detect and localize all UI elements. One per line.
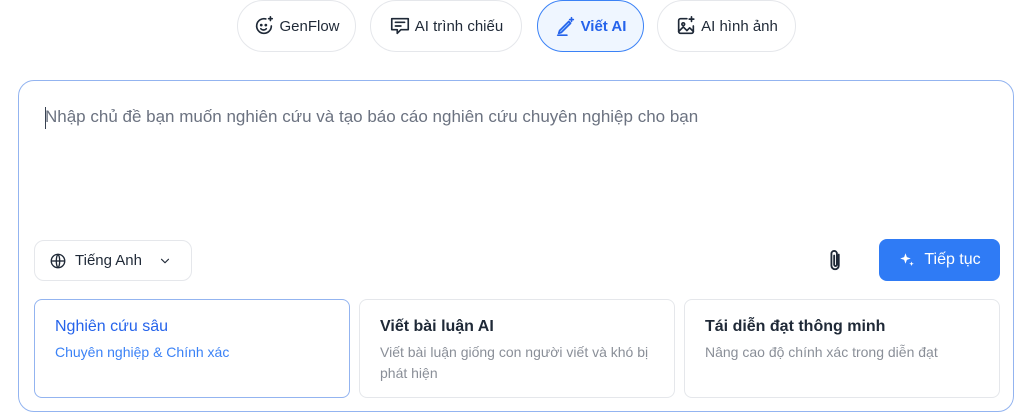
option-deep-research[interactable]: Nghiên cứu sâu Chuyên nghiệp & Chính xác <box>34 299 350 398</box>
continue-label: Tiếp tục <box>924 251 981 268</box>
option-title: Tái diễn đạt thông minh <box>705 318 886 335</box>
tab-ai-presentation[interactable]: AI trình chiếu <box>370 0 522 52</box>
option-title: Viết bài luận AI <box>380 318 494 335</box>
tab-label: AI hình ảnh <box>701 17 778 35</box>
option-smart-rephrase[interactable]: Tái diễn đạt thông minh Nâng cao độ chín… <box>684 299 1000 398</box>
option-title: Nghiên cứu sâu <box>55 318 168 335</box>
option-description: Chuyên nghiệp & Chính xác <box>55 344 230 360</box>
option-description: Viết bài luận giống con người viết và kh… <box>380 344 649 381</box>
option-description: Nâng cao độ chính xác trong diễn đạt <box>705 344 938 360</box>
tab-ai-image[interactable]: AI hình ảnh <box>657 0 796 52</box>
text-caret <box>45 107 46 129</box>
presentation-chat-icon <box>390 17 409 35</box>
sparkle-icon <box>900 253 915 266</box>
prompt-card: Tiếng Anh Tiếp tục Nghiên cứu sâu Chuyên… <box>18 80 1014 412</box>
prompt-input[interactable] <box>45 107 945 127</box>
chevron-down-icon <box>160 258 170 263</box>
tab-label: Viết AI <box>580 17 627 35</box>
tab-label: GenFlow <box>279 17 340 35</box>
mode-tabs: GenFlow AI trình chiếu Viết AI AI hình ả… <box>0 0 1024 56</box>
image-sparkle-icon <box>677 16 695 35</box>
paperclip-icon[interactable] <box>825 248 847 274</box>
language-value: Tiếng Anh <box>75 252 142 269</box>
tab-label: AI trình chiếu <box>414 17 504 35</box>
tab-genflow[interactable]: GenFlow <box>237 0 356 52</box>
globe-icon <box>50 253 66 268</box>
option-ai-essay[interactable]: Viết bài luận AI Viết bài luận giống con… <box>359 299 675 398</box>
continue-button[interactable]: Tiếp tục <box>879 239 1000 281</box>
language-select[interactable]: Tiếng Anh <box>34 240 192 281</box>
pen-sparkle-icon <box>556 16 574 36</box>
tab-ai-writing[interactable]: Viết AI <box>537 0 644 52</box>
smile-sparkle-icon <box>256 16 274 35</box>
